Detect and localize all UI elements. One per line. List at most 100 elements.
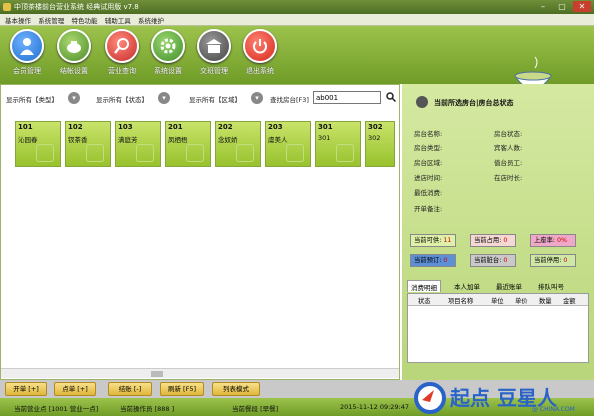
watermark-subtext: @ CHINA.COM xyxy=(532,406,575,413)
room-status-icon xyxy=(286,144,304,162)
business-query-label: 营业查询 xyxy=(108,67,136,75)
room-type-label: 房台类型: xyxy=(414,144,443,152)
menu-system-manage[interactable]: 系统管理 xyxy=(38,15,64,25)
area-filter-label: 显示所有【区域】 xyxy=(189,96,241,104)
tab-queue-call[interactable]: 排队叫号 xyxy=(535,280,567,292)
shift-manage-label: 交班管理 xyxy=(200,67,228,75)
area-filter-dropdown[interactable]: ▾ xyxy=(251,92,263,104)
table-header: 状态 项目名称 单位 单价 数量 金额 xyxy=(408,294,588,306)
list-mode-button[interactable]: 列表模式 xyxy=(212,382,260,396)
room-area-label: 房台区域: xyxy=(414,159,443,167)
main-toolbar: 会员管理 结帐设置 营业查询 系统设置 交班管理 退出系统 xyxy=(0,26,594,102)
room-status-icon xyxy=(86,144,104,162)
order-note-label: 开单备注: xyxy=(414,205,443,213)
room-number: 203 xyxy=(268,123,283,131)
room-name: 301 xyxy=(318,134,331,142)
stat-reserved: 当前预订: 0 xyxy=(410,254,456,267)
room-number: 301 xyxy=(318,123,333,131)
building-icon xyxy=(197,29,231,63)
scrollbar-thumb[interactable] xyxy=(151,371,163,377)
room-number: 103 xyxy=(118,123,133,131)
room-card-203[interactable]: 203 虞美人 xyxy=(265,121,311,167)
filter-bar: 显示所有【类型】 ▾ 显示所有【状态】 ▾ 显示所有【区域】 ▾ 查找房台[F3… xyxy=(1,91,401,107)
room-status-panel: 当前所选房台|房台总状态 房台名称: 房台类型: 房台区域: 进店时间: 最低消… xyxy=(402,84,594,380)
menu-features[interactable]: 特色功能 xyxy=(71,15,97,25)
room-card-301[interactable]: 301 301 xyxy=(315,121,361,167)
business-query-button[interactable]: 营业查询 xyxy=(100,29,144,76)
minimize-button[interactable]: – xyxy=(534,1,552,12)
min-spend-label: 最低消费: xyxy=(414,189,443,197)
stat-occupancy-rate: 上座率: 0% xyxy=(530,234,576,247)
room-number: 202 xyxy=(218,123,233,131)
room-name: 凤栖梧 xyxy=(168,136,188,144)
room-name: 满庭芳 xyxy=(118,136,138,144)
room-name: 沁园春 xyxy=(18,136,38,144)
system-settings-label: 系统设置 xyxy=(154,67,182,75)
refresh-button[interactable]: 刷新 [F5] xyxy=(160,382,204,396)
status-filter-label: 显示所有【状态】 xyxy=(96,96,148,104)
search-room-input[interactable] xyxy=(313,91,381,104)
room-status-icon xyxy=(136,144,154,162)
system-settings-button[interactable]: 系统设置 xyxy=(146,29,190,76)
exit-system-label: 退出系统 xyxy=(246,67,274,75)
stat-disabled: 当前停用: 0 xyxy=(530,254,576,267)
add-item-button[interactable]: 点单 [+] xyxy=(54,382,96,396)
app-icon xyxy=(3,3,11,11)
status-filter-dropdown[interactable]: ▾ xyxy=(158,92,170,104)
room-card-201[interactable]: 201 凤栖梧 xyxy=(165,121,211,167)
tab-consumption-detail[interactable]: 消费明细 xyxy=(407,280,441,292)
member-icon xyxy=(10,29,44,63)
magnifier-icon xyxy=(105,29,139,63)
status-operator: 当前操作员 [888 ] xyxy=(120,405,175,413)
exit-system-button[interactable]: 退出系统 xyxy=(238,29,282,76)
open-order-button[interactable]: 开单 [+] xyxy=(5,382,47,396)
close-button[interactable]: ✕ xyxy=(573,1,591,12)
stat-dirty: 当前脏台: 0 xyxy=(470,254,516,267)
maximize-button[interactable]: ▢ xyxy=(553,1,571,12)
room-status-icon xyxy=(186,144,204,162)
tab-recent-bills[interactable]: 最近账单 xyxy=(493,280,525,292)
room-panel: 显示所有【类型】 ▾ 显示所有【状态】 ▾ 显示所有【区域】 ▾ 查找房台[F3… xyxy=(0,84,400,380)
shift-manage-button[interactable]: 交班管理 xyxy=(192,29,236,76)
window-title: 中顶茶楼前台营业系统 经典试用版 v7.8 xyxy=(14,3,139,11)
stat-available: 当前可供: 11 xyxy=(410,234,456,247)
stay-duration-label: 在店时长: xyxy=(494,174,523,182)
title-bar: 中顶茶楼前台营业系统 经典试用版 v7.8 – ▢ ✕ xyxy=(0,0,594,14)
teapot-icon xyxy=(57,29,91,63)
horizontal-scrollbar[interactable] xyxy=(1,368,399,378)
member-manage-button[interactable]: 会员管理 xyxy=(5,29,49,76)
menu-tools[interactable]: 辅助工具 xyxy=(105,15,131,25)
col-item-name: 项目名称 xyxy=(448,298,474,305)
menu-bar: 基本操作 系统管理 特色功能 辅助工具 系统维护 xyxy=(0,14,594,26)
room-card-202[interactable]: 202 念奴娇 xyxy=(215,121,261,167)
room-number: 102 xyxy=(68,123,83,131)
room-number: 101 xyxy=(18,123,33,131)
status-time: 2015-11-12 09:29:47 xyxy=(340,403,410,411)
checkin-time-label: 进店时间: xyxy=(414,174,443,182)
room-name: 念奴娇 xyxy=(218,136,238,144)
menu-maintenance[interactable]: 系统维护 xyxy=(138,15,164,25)
status-shift: 当前餐段 [早餐] xyxy=(232,405,279,413)
room-card-103[interactable]: 103 满庭芳 xyxy=(115,121,161,167)
checkout-settings-label: 结帐设置 xyxy=(60,67,88,75)
checkout-settings-button[interactable]: 结帐设置 xyxy=(52,29,96,76)
room-status-icon xyxy=(236,144,254,162)
room-card-302[interactable]: 302 302 xyxy=(365,121,395,167)
checkout-button[interactable]: 结账 [-] xyxy=(108,382,152,396)
room-status-icon xyxy=(336,144,354,162)
room-name: 302 xyxy=(368,134,381,142)
type-filter-dropdown[interactable]: ▾ xyxy=(68,92,80,104)
expand-icon[interactable] xyxy=(416,96,428,108)
gear-icon xyxy=(151,29,185,63)
order-detail-table: 状态 项目名称 单位 单价 数量 金额 xyxy=(407,293,589,363)
room-name: 虞美人 xyxy=(268,136,288,144)
room-number: 201 xyxy=(168,123,183,131)
stat-occupied: 当前占用: 0 xyxy=(470,234,516,247)
tab-my-orders[interactable]: 本人加单 xyxy=(451,280,483,292)
col-quantity: 数量 xyxy=(539,298,552,305)
member-manage-label: 会员管理 xyxy=(13,67,41,75)
room-card-101[interactable]: 101 沁园春 xyxy=(15,121,61,167)
search-icon[interactable] xyxy=(386,92,396,102)
room-card-102[interactable]: 102 钗茶香 xyxy=(65,121,111,167)
menu-basic[interactable]: 基本操作 xyxy=(5,15,31,25)
